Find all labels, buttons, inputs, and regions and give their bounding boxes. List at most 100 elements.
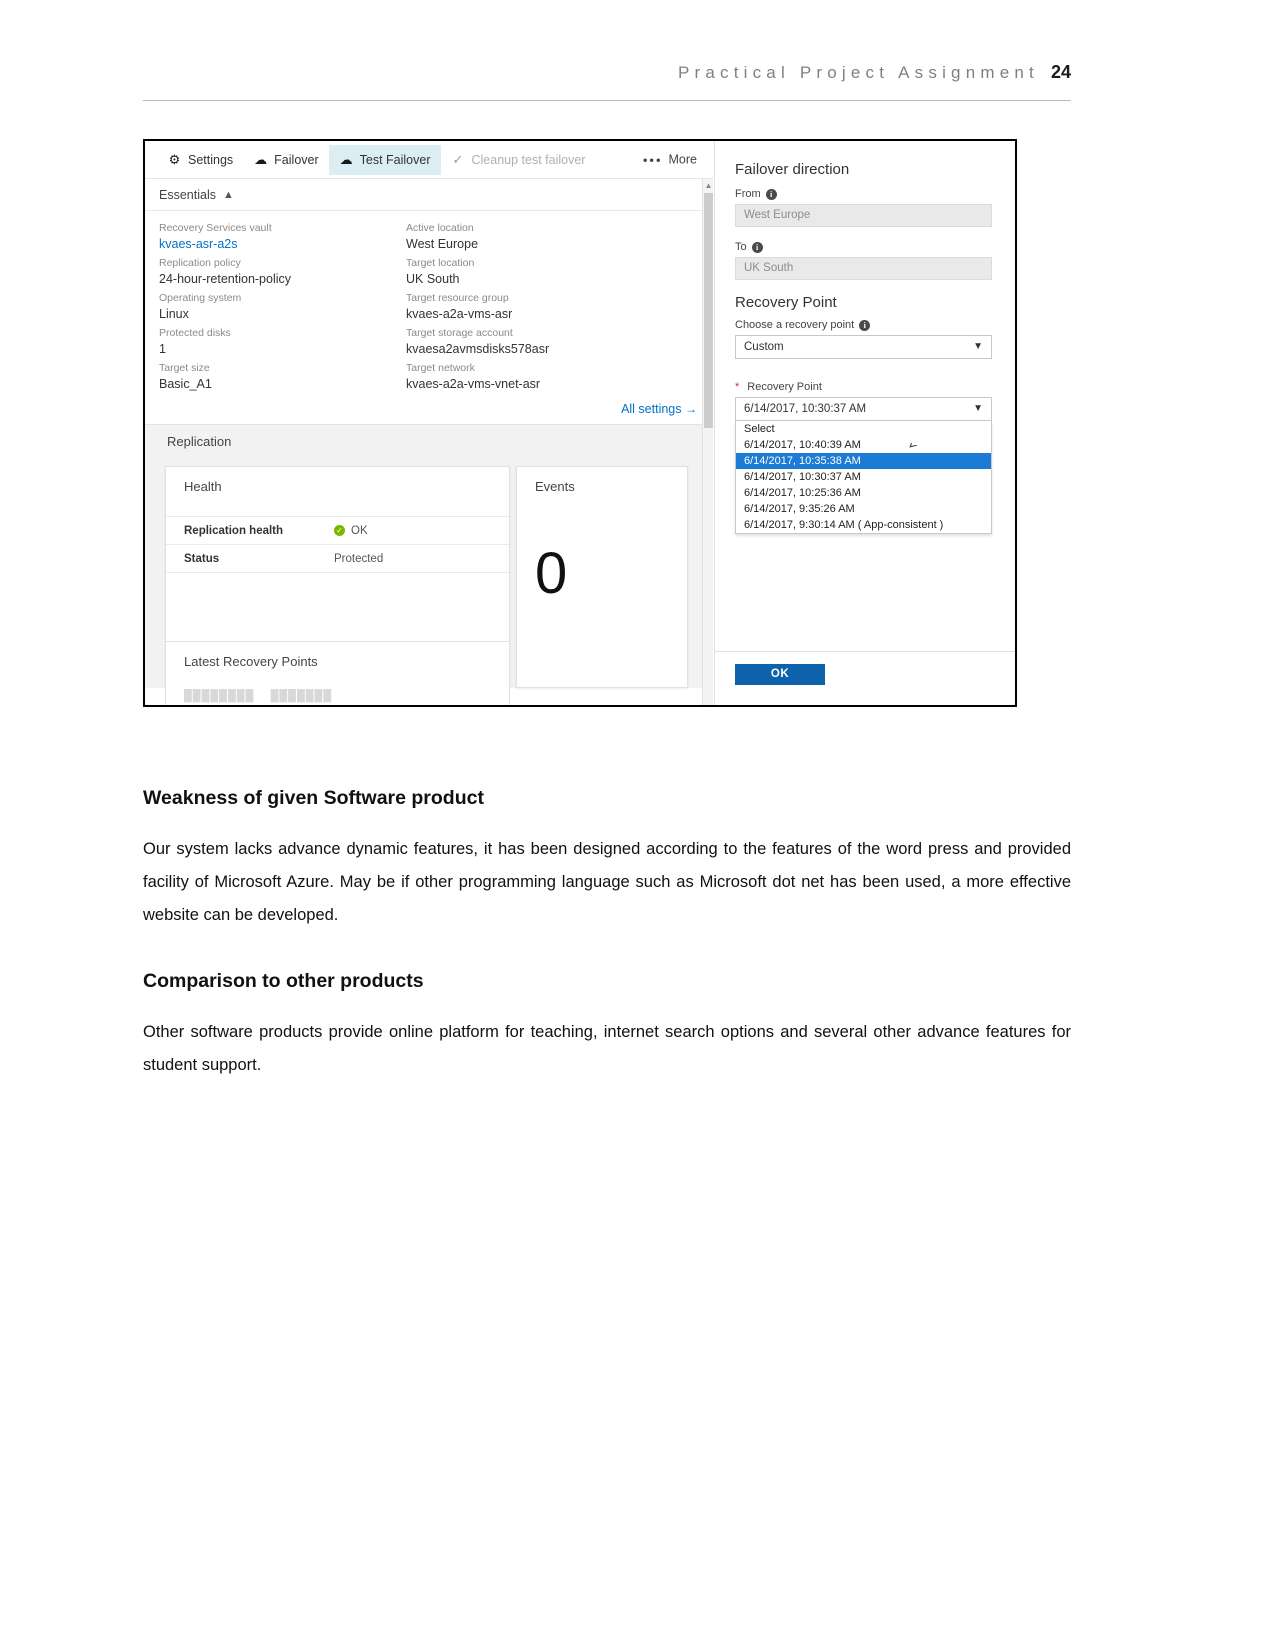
failover-icon: ☁ bbox=[254, 152, 268, 167]
essentials-value: UK South bbox=[406, 272, 460, 286]
replication-health-text: OK bbox=[351, 524, 368, 537]
panel-footer: OK bbox=[715, 651, 1015, 705]
essentials-value: West Europe bbox=[406, 237, 479, 251]
section-paragraph-comparison: Other software products provide online p… bbox=[143, 1023, 1071, 1074]
info-icon[interactable]: i bbox=[751, 241, 763, 253]
vm-overview-blade: ⚙ Settings ☁ Failover ☁ Test Failover ✓ … bbox=[145, 141, 713, 705]
recovery-point-label-text: Recovery Point bbox=[747, 381, 822, 393]
latest-recovery-points-title: Latest Recovery Points bbox=[184, 654, 318, 669]
latest-recovery-points-tile[interactable]: Latest Recovery Points ████████ ███████ bbox=[165, 641, 510, 705]
essentials-value: 24-hour-retention-policy bbox=[159, 272, 292, 286]
ellipsis-icon: ••• bbox=[642, 152, 663, 167]
settings-label: Settings bbox=[188, 152, 234, 167]
to-field: UK South bbox=[735, 257, 992, 280]
gear-icon: ⚙ bbox=[168, 152, 181, 167]
from-field: West Europe bbox=[735, 204, 992, 227]
essentials-key: Replication policy bbox=[159, 257, 241, 269]
essentials-key: Protected disks bbox=[159, 327, 231, 339]
test-failover-label: Test Failover bbox=[359, 152, 431, 167]
essentials-key: Target storage account bbox=[406, 327, 513, 339]
chevron-down-icon: ▼ bbox=[973, 403, 983, 414]
section-paragraph-weakness: Our system lacks advance dynamic feature… bbox=[143, 840, 1071, 924]
test-failover-button[interactable]: ☁ Test Failover bbox=[328, 144, 441, 175]
failover-label: Failover bbox=[274, 152, 319, 167]
essentials-toggle[interactable]: Essentials ▲ bbox=[145, 179, 713, 211]
section-heading-comparison: Comparison to other products bbox=[143, 970, 424, 992]
ok-button[interactable]: OK bbox=[735, 664, 825, 685]
azure-portal-screenshot: ⚙ Settings ☁ Failover ☁ Test Failover ✓ … bbox=[143, 139, 1017, 707]
essentials-value: Basic_A1 bbox=[159, 377, 212, 391]
blade-scrollbar[interactable]: ▲ bbox=[702, 179, 713, 705]
replication-label: Replication bbox=[167, 434, 232, 449]
status-ok-icon: ✓ bbox=[334, 525, 345, 536]
info-icon[interactable]: i bbox=[765, 188, 777, 200]
document-body: Weakness of given Software product Our s… bbox=[143, 785, 1071, 1082]
dropdown-option[interactable]: 6/14/2017, 9:35:26 AM bbox=[736, 501, 991, 517]
recovery-point-select[interactable]: 6/14/2017, 10:30:37 AM ▼ bbox=[735, 397, 992, 421]
health-tile-title: Health bbox=[184, 479, 222, 494]
dropdown-option[interactable]: 6/14/2017, 9:30:14 AM ( App-consistent ) bbox=[736, 517, 991, 533]
checkmark-icon: ✓ bbox=[452, 152, 464, 167]
recovery-services-vault-link[interactable]: kvaes-asr-a2s bbox=[159, 236, 392, 253]
settings-button[interactable]: ⚙ Settings bbox=[157, 145, 243, 175]
test-failover-icon: ☁ bbox=[339, 152, 353, 167]
essentials-key: Target location bbox=[406, 257, 475, 269]
essentials-value: kvaes-a2a-vms-vnet-asr bbox=[406, 377, 541, 391]
status-key: Status bbox=[184, 552, 220, 565]
recovery-point-dropdown-list[interactable]: Select 6/14/2017, 10:40:39 AM 6/14/2017,… bbox=[735, 421, 992, 534]
table-row-empty bbox=[166, 572, 509, 616]
scrollbar-thumb[interactable] bbox=[704, 193, 713, 428]
recovery-point-heading: Recovery Point bbox=[735, 294, 837, 311]
failover-button[interactable]: ☁ Failover bbox=[243, 145, 328, 175]
essentials-value: kvaesa2avmsdisks578asr bbox=[406, 342, 550, 356]
chevron-down-icon: ▼ bbox=[973, 341, 983, 352]
more-button[interactable]: ••• More bbox=[643, 152, 697, 167]
choose-recovery-point-label: Choose a recovery point i bbox=[735, 319, 995, 331]
dropdown-option[interactable]: 6/14/2017, 10:40:39 AM bbox=[736, 437, 991, 453]
dropdown-option[interactable]: 6/14/2017, 10:30:37 AM bbox=[736, 469, 991, 485]
to-label: To i bbox=[735, 241, 995, 253]
blade-toolbar: ⚙ Settings ☁ Failover ☁ Test Failover ✓ … bbox=[145, 141, 713, 179]
recovery-point-selected-value: 6/14/2017, 10:30:37 AM bbox=[744, 403, 867, 415]
failover-direction-heading: Failover direction bbox=[735, 161, 850, 178]
table-row: Replication health ✓ OK bbox=[166, 516, 509, 544]
choose-recovery-point-select[interactable]: Custom ▼ bbox=[735, 335, 992, 359]
from-label: From i bbox=[735, 188, 995, 200]
choose-recovery-point-text: Choose a recovery point bbox=[735, 319, 855, 331]
header-title: Practical Project Assignment bbox=[677, 63, 1039, 82]
to-label-text: To bbox=[735, 241, 747, 253]
test-failover-panel: Failover direction From i West Europe To… bbox=[714, 141, 1015, 705]
replication-health-key: Replication health bbox=[184, 524, 284, 537]
from-label-text: From bbox=[735, 188, 761, 200]
choose-recovery-point-value: Custom bbox=[744, 341, 784, 353]
all-settings-link[interactable]: All settings → bbox=[145, 400, 713, 416]
section-heading-weakness: Weakness of given Software product bbox=[143, 787, 484, 809]
table-row: Status Protected bbox=[166, 544, 509, 572]
events-tile[interactable]: Events 0 bbox=[516, 466, 688, 688]
events-count: 0 bbox=[535, 541, 568, 606]
essentials-key: Target resource group bbox=[406, 292, 509, 304]
events-tile-title: Events bbox=[535, 479, 575, 494]
essentials-value: Linux bbox=[159, 307, 189, 321]
header-divider bbox=[143, 100, 1071, 101]
essentials-label: Essentials bbox=[159, 187, 216, 202]
recovery-point-combobox[interactable]: 6/14/2017, 10:30:37 AM ▼ Select 6/14/201… bbox=[735, 397, 995, 534]
essentials-key: Recovery Services vault bbox=[159, 222, 272, 234]
essentials-key: Target size bbox=[159, 362, 210, 374]
info-icon[interactable]: i bbox=[859, 319, 871, 331]
truncated-row-placeholder: ████████ ███████ bbox=[184, 690, 333, 702]
replication-section-header: Replication bbox=[145, 424, 713, 458]
dropdown-option[interactable]: 6/14/2017, 10:25:36 AM bbox=[736, 485, 991, 501]
status-value: Protected bbox=[334, 552, 384, 565]
dropdown-option-selected[interactable]: 6/14/2017, 10:35:38 AM bbox=[736, 453, 991, 469]
essentials-right-column: Active location West Europe Target locat… bbox=[392, 221, 639, 396]
scroll-up-icon[interactable]: ▲ bbox=[704, 181, 713, 190]
essentials-grid: Recovery Services vault kvaes-asr-a2s Re… bbox=[145, 211, 713, 400]
essentials-key: Active location bbox=[406, 222, 474, 234]
page-number: 24 bbox=[1050, 62, 1071, 82]
essentials-key: Operating system bbox=[159, 292, 242, 304]
required-marker: * bbox=[735, 381, 740, 393]
dropdown-option[interactable]: Select bbox=[736, 421, 991, 437]
essentials-key: Target network bbox=[406, 362, 475, 374]
cleanup-label: Cleanup test failover bbox=[471, 152, 586, 167]
